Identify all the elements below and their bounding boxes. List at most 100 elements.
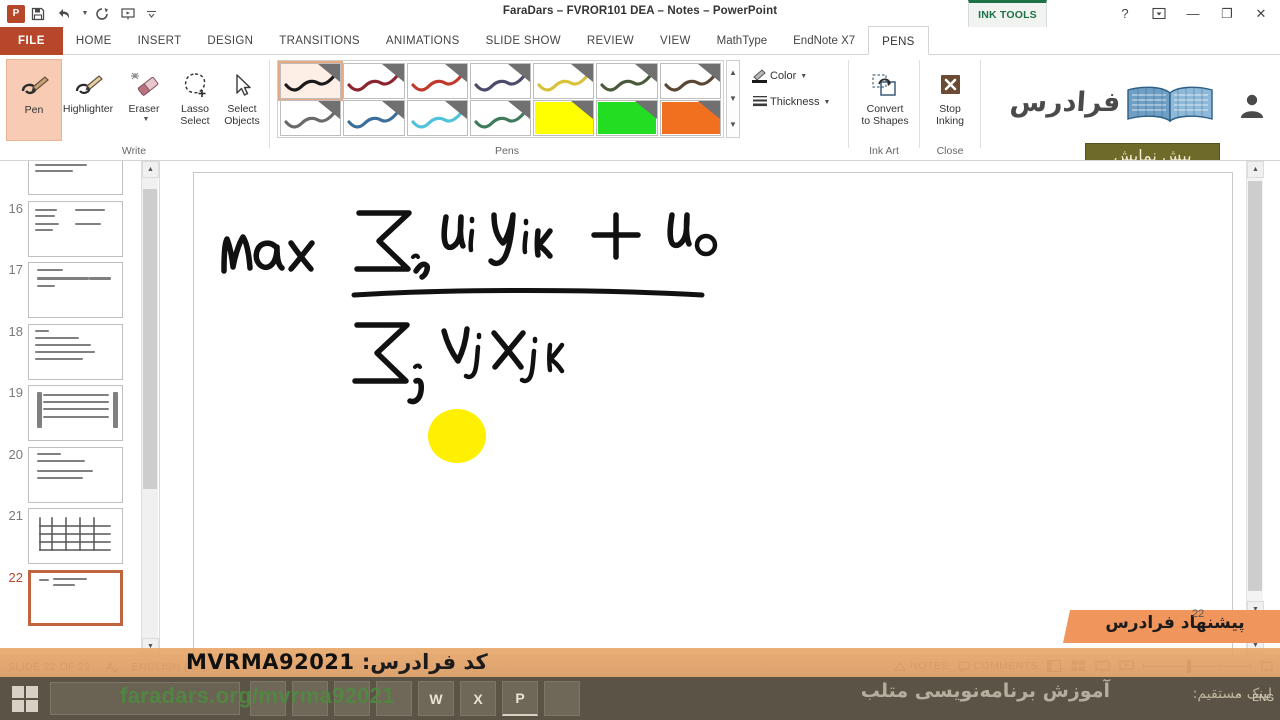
thumbnail-number: 16	[8, 200, 23, 216]
thumbnail-number: 19	[8, 385, 23, 400]
select-objects-button[interactable]: Select Objects	[214, 59, 270, 141]
thumbnail-preview[interactable]	[28, 323, 123, 380]
tab-animations[interactable]: ANIMATIONS	[373, 27, 473, 55]
powerpoint-window: P ▼ FaraDars – FVROR101 DEA – Notes – Po…	[0, 0, 1280, 720]
tab-design[interactable]: DESIGN	[194, 27, 266, 55]
thumbnail-preview[interactable]	[28, 385, 123, 441]
thumbnail-item[interactable]: 20	[0, 446, 143, 503]
pen-swatch[interactable]	[533, 100, 595, 136]
thumbnail-scroll-thumb[interactable]	[143, 189, 157, 489]
pen-swatch[interactable]	[343, 63, 405, 99]
color-dropdown-icon[interactable]: ▼	[800, 73, 807, 80]
faradars-code-label: کد فرادرس:	[361, 650, 488, 674]
eraser-button[interactable]: Eraser ▼	[120, 59, 168, 141]
thumbnail-preview[interactable]	[28, 200, 123, 257]
convert-to-shapes-button[interactable]: Convert to Shapes	[854, 59, 916, 141]
faradars-logo-text: فرادرس	[1008, 87, 1122, 118]
pen-swatch[interactable]	[277, 61, 344, 101]
pen-swatch[interactable]	[596, 100, 658, 136]
ribbon-separator-4	[980, 60, 981, 148]
pen-swatch[interactable]	[469, 100, 532, 136]
slide-thumbnail-pane[interactable]: 15 16 17 18 19 20 21 22	[0, 161, 160, 655]
color-button[interactable]: Color ▼	[750, 65, 807, 87]
pen-swatch[interactable]	[596, 63, 658, 99]
pen-button[interactable]: Pen	[6, 59, 62, 141]
restore-button[interactable]: ❐	[1210, 2, 1244, 26]
thumbnail-scrollbar[interactable]: ▲ ▼	[141, 161, 159, 655]
pen-swatch[interactable]	[469, 63, 532, 99]
tab-transitions[interactable]: TRANSITIONS	[266, 27, 373, 55]
tab-pens[interactable]: PENS	[868, 26, 929, 55]
pen-swatch[interactable]	[659, 63, 721, 99]
thumbnail-preview[interactable]	[28, 262, 123, 318]
thickness-button[interactable]: Thickness ▼	[750, 91, 830, 113]
ribbon-display-options-icon[interactable]	[1142, 2, 1176, 26]
start-button[interactable]	[12, 686, 38, 712]
gallery-scroll-down-icon[interactable]: ▼	[729, 87, 737, 111]
pens-gallery[interactable]	[277, 60, 724, 138]
thumbnail-number: 20	[8, 446, 23, 462]
thumbnail-item[interactable]: 15	[0, 161, 143, 195]
thumbnail-preview[interactable]	[28, 508, 123, 564]
thumbnail-item[interactable]: 22	[0, 569, 143, 626]
thumbnail-preview[interactable]	[28, 161, 123, 195]
pens-gallery-row-1	[277, 61, 722, 101]
taskbar-excel[interactable]: X	[460, 681, 496, 716]
slide-scroll-up-icon[interactable]: ▲	[1247, 161, 1264, 178]
pen-swatch[interactable]	[406, 63, 468, 99]
eraser-dropdown-icon[interactable]: ▼	[143, 116, 150, 123]
user-account-avatar[interactable]	[1230, 85, 1274, 125]
thumbnail-preview[interactable]	[28, 446, 123, 503]
select-objects-label-2: Objects	[224, 115, 260, 127]
pen-swatch[interactable]	[406, 100, 468, 136]
minimize-button[interactable]: —	[1176, 2, 1210, 26]
slide-scroll-thumb[interactable]	[1248, 181, 1262, 591]
gallery-scroll-up-icon[interactable]: ▲	[729, 61, 737, 85]
pens-gallery-scrollbar[interactable]: ▲ ▼ ▼	[726, 60, 740, 138]
pen-swatch[interactable]	[533, 63, 595, 99]
tab-home[interactable]: HOME	[63, 27, 125, 55]
slide-vertical-scrollbar[interactable]: ▲ ▼ ▲ ▼	[1246, 161, 1264, 655]
pen-swatch[interactable]	[659, 100, 721, 136]
thumbnail-scroll-up-icon[interactable]: ▲	[142, 161, 159, 178]
thickness-dropdown-icon[interactable]: ▼	[824, 99, 831, 106]
highlighter-button[interactable]: Highlighter	[58, 59, 118, 141]
taskbar-word[interactable]: W	[418, 681, 454, 716]
thumbnail-preview[interactable]	[28, 569, 123, 626]
pen-swatch[interactable]	[343, 100, 405, 136]
taskbar-app-8[interactable]	[544, 681, 580, 716]
faradars-direct-link-label: لینک مستقیم:	[1192, 686, 1272, 702]
thickness-button-label: Thickness	[770, 96, 820, 108]
title-bar: P ▼ FaraDars – FVROR101 DEA – Notes – Po…	[0, 0, 1280, 27]
faradars-suggestion-text: پیشنهاد فرادرس	[1105, 613, 1245, 633]
tab-file[interactable]: FILE	[0, 27, 63, 55]
tab-mathtype[interactable]: MathType	[704, 27, 781, 55]
stop-inking-button[interactable]: Stop Inking	[923, 59, 977, 141]
tab-insert[interactable]: INSERT	[125, 27, 195, 55]
faradars-code-text: کد فرادرس: MVRMA92021	[186, 650, 488, 674]
convert-label-1: Convert	[866, 103, 904, 115]
taskbar-powerpoint[interactable]: P	[502, 681, 538, 716]
slide-number-on-slide: 22	[1192, 608, 1205, 620]
thumbnail-item[interactable]: 16	[0, 200, 143, 257]
help-icon[interactable]: ?	[1108, 2, 1142, 26]
thumbnail-item[interactable]: 19	[0, 385, 143, 441]
lasso-select-label-1: Lasso	[180, 103, 210, 115]
thumbnail-item[interactable]: 17	[0, 262, 143, 318]
gallery-more-icon[interactable]: ▼	[729, 113, 737, 137]
thumbnail-item[interactable]: 21	[0, 508, 143, 564]
ribbon-separator-3	[919, 60, 920, 148]
stop-inking-label-1: Stop	[939, 103, 961, 115]
lasso-select-icon	[179, 64, 211, 100]
tab-view[interactable]: VIEW	[647, 27, 704, 55]
convert-label-2: to Shapes	[861, 115, 909, 127]
ink-tools-label: INK TOOLS	[978, 9, 1037, 21]
preview-banner-title: پیش نمایش	[1113, 146, 1192, 161]
tab-slide-show[interactable]: SLIDE SHOW	[473, 27, 574, 55]
close-button[interactable]: ✕	[1244, 2, 1278, 26]
tab-review[interactable]: REVIEW	[574, 27, 647, 55]
pen-swatch[interactable]	[280, 100, 342, 136]
tab-endnote[interactable]: EndNote X7	[780, 27, 868, 55]
thumbnail-item[interactable]: 18	[0, 323, 143, 380]
ribbon: Pen Highlighter Eraser ▼ Lasso Select Se…	[0, 55, 1280, 161]
